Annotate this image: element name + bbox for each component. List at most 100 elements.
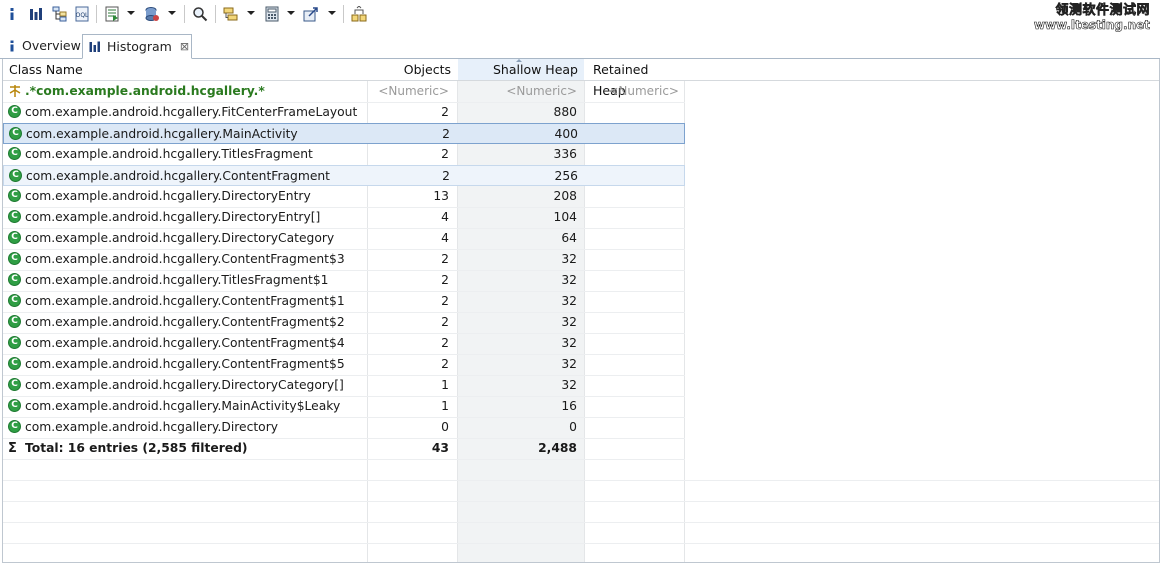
export-icon[interactable] — [302, 5, 320, 23]
class-icon: C — [9, 127, 22, 140]
oql-icon[interactable]: OQL — [73, 5, 91, 23]
toolbar: OQL 领测软件测试网 www.ltesting.net — [0, 0, 1160, 33]
table-row[interactable]: C com.example.android.hcgallery.Director… — [3, 207, 685, 229]
table-row[interactable]: C com.example.android.hcgallery.ContentF… — [3, 249, 685, 271]
shallow-heap-value: 32 — [561, 336, 577, 350]
column-header-retained-heap[interactable]: Retained Heap — [593, 59, 683, 98]
retained-heap-filter[interactable]: <Numeric> — [587, 81, 679, 102]
class-icon: C — [8, 105, 21, 118]
class-icon: C — [8, 147, 21, 160]
class-name: com.example.android.hcgallery.ContentFra… — [26, 169, 331, 183]
objects-count: 2 — [441, 273, 449, 287]
table-row[interactable]: C com.example.android.hcgallery.ContentF… — [3, 312, 685, 334]
watermark-line1: 领测软件测试网 — [1055, 3, 1150, 18]
heap-dump-icon[interactable] — [143, 5, 161, 23]
class-name: com.example.android.hcgallery.DirectoryE… — [25, 210, 321, 224]
class-icon: C — [8, 252, 21, 265]
shallow-heap-value: 16 — [561, 399, 577, 413]
objects-count: 1 — [441, 399, 449, 413]
class-name: com.example.android.hcgallery.FitCenterF… — [25, 105, 358, 119]
column-header-class-name[interactable]: Class Name — [9, 59, 359, 80]
class-icon: C — [8, 336, 21, 349]
objects-count: 4 — [441, 231, 449, 245]
objects-count: 2 — [441, 105, 449, 119]
objects-count: 0 — [441, 420, 449, 434]
calculator-icon[interactable] — [263, 5, 281, 23]
table-row[interactable]: C com.example.android.hcgallery.ContentF… — [3, 291, 685, 313]
class-icon: C — [8, 399, 21, 412]
shallow-heap-value: 208 — [553, 189, 577, 203]
shallow-heap-filter[interactable]: <Numeric> — [459, 81, 577, 102]
info-icon[interactable] — [6, 5, 18, 23]
histogram-icon[interactable] — [28, 5, 44, 23]
class-name: com.example.android.hcgallery.ContentFra… — [25, 252, 345, 266]
shallow-heap-value: 32 — [561, 273, 577, 287]
table-row-hovered[interactable]: C com.example.android.hcgallery.ContentF… — [3, 165, 685, 186]
class-icon: C — [8, 420, 21, 433]
table-row[interactable]: C com.example.android.hcgallery.Director… — [3, 417, 685, 439]
heap-dump-dropdown-icon[interactable] — [168, 11, 176, 15]
objects-filter[interactable]: <Numeric> — [369, 81, 449, 102]
group-by-icon[interactable] — [222, 5, 240, 23]
objects-count: 2 — [442, 169, 450, 183]
total-label: Total: 16 entries (2,585 filtered) — [25, 441, 248, 455]
class-icon: C — [9, 169, 22, 182]
dominator-tree-icon[interactable] — [51, 5, 69, 23]
table-row-selected[interactable]: C com.example.android.hcgallery.MainActi… — [3, 123, 685, 144]
class-name: com.example.android.hcgallery.TitlesFrag… — [25, 273, 329, 287]
search-icon[interactable] — [191, 5, 209, 23]
table-row[interactable]: C com.example.android.hcgallery.TitlesFr… — [3, 144, 685, 166]
shallow-heap-value: 256 — [554, 169, 578, 183]
shallow-heap-value: 32 — [561, 357, 577, 371]
tab-histogram[interactable]: Histogram ⊠ — [82, 34, 192, 59]
histogram-table: Class Name Objects Shallow Heap Retained… — [2, 59, 1160, 563]
shallow-heap-value: 32 — [561, 294, 577, 308]
table-row[interactable]: C com.example.android.hcgallery.ContentF… — [3, 333, 685, 355]
group-by-dropdown-icon[interactable] — [247, 11, 255, 15]
class-name-filter[interactable]: .*com.example.android.hcgallery.* — [25, 81, 365, 102]
class-icon: C — [8, 357, 21, 370]
column-header-shallow-heap[interactable]: Shallow Heap — [458, 59, 584, 80]
table-row[interactable]: C com.example.android.hcgallery.Director… — [3, 375, 685, 397]
class-icon: C — [8, 315, 21, 328]
class-icon: C — [8, 210, 21, 223]
sort-indicator-icon — [516, 59, 522, 62]
calculator-dropdown-icon[interactable] — [287, 11, 295, 15]
sigma-icon: Σ — [8, 441, 17, 456]
report-dropdown-icon[interactable] — [127, 11, 135, 15]
tab-label: Histogram — [107, 39, 172, 54]
close-tab-icon[interactable]: ⊠ — [180, 40, 189, 53]
class-name: com.example.android.hcgallery.MainActivi… — [25, 399, 341, 413]
tab-overview[interactable]: Overview — [2, 34, 82, 57]
objects-count: 2 — [441, 294, 449, 308]
table-row[interactable]: C com.example.android.hcgallery.MainActi… — [3, 396, 685, 418]
table-row[interactable]: C com.example.android.hcgallery.TitlesFr… — [3, 270, 685, 292]
class-icon: C — [8, 231, 21, 244]
shallow-heap-value: 0 — [569, 420, 577, 434]
shallow-heap-value: 32 — [561, 378, 577, 392]
table-row[interactable]: C com.example.android.hcgallery.FitCente… — [3, 102, 685, 124]
empty-row — [3, 459, 1159, 481]
editor-tabbar: Overview Histogram ⊠ — [0, 34, 1160, 59]
table-row[interactable]: C com.example.android.hcgallery.Director… — [3, 228, 685, 250]
filter-row: .*com.example.android.hcgallery.* <Numer… — [3, 81, 685, 103]
class-name: com.example.android.hcgallery.Directory — [25, 420, 279, 434]
report-icon[interactable] — [103, 5, 121, 23]
export-dropdown-icon[interactable] — [328, 11, 336, 15]
table-row[interactable]: C com.example.android.hcgallery.ContentF… — [3, 354, 685, 376]
class-icon: C — [8, 378, 21, 391]
table-row[interactable]: C com.example.android.hcgallery.Director… — [3, 186, 685, 208]
watermark-line2: www.ltesting.net — [1033, 18, 1151, 33]
class-name: com.example.android.hcgallery.TitlesFrag… — [25, 147, 313, 161]
objects-count: 2 — [442, 127, 450, 141]
compare-icon[interactable] — [350, 5, 368, 23]
class-name: com.example.android.hcgallery.DirectoryC… — [25, 378, 344, 392]
class-name: com.example.android.hcgallery.ContentFra… — [25, 357, 345, 371]
shallow-heap-value: 104 — [553, 210, 577, 224]
class-name: com.example.android.hcgallery.ContentFra… — [25, 294, 345, 308]
table-header: Class Name Objects Shallow Heap Retained… — [3, 59, 1159, 98]
column-header-objects[interactable]: Objects — [369, 59, 451, 80]
objects-count: 2 — [441, 315, 449, 329]
class-icon: C — [8, 273, 21, 286]
shallow-heap-value: 336 — [553, 147, 577, 161]
